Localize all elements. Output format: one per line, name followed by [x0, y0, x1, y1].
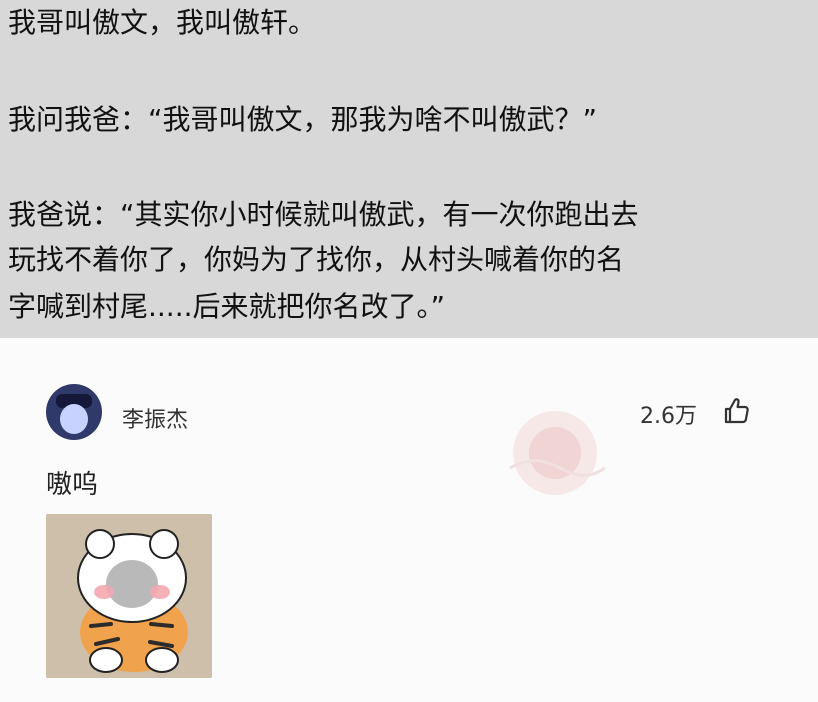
- avatar-face: [60, 404, 88, 434]
- post-line-3: 我爸说：“其实你小时候就叫傲武，有一次你跑出去: [8, 198, 639, 231]
- thumbs-up-icon[interactable]: [720, 396, 750, 426]
- comment-username[interactable]: 李振杰: [122, 402, 188, 434]
- user-avatar[interactable]: [46, 384, 102, 440]
- tiger-sticker-art: [46, 514, 212, 678]
- tiger-meme-sticker[interactable]: [46, 514, 212, 678]
- post-line-1: 我哥叫傲文，我叫傲轩。: [8, 6, 317, 39]
- post-line-2: 我问我爸：“我哥叫傲文，那我为啥不叫傲武？”: [8, 103, 598, 136]
- post-content: 我哥叫傲文，我叫傲轩。 我问我爸：“我哥叫傲文，那我为啥不叫傲武？” 我爸说：“…: [0, 0, 818, 338]
- post-line-4: 玩找不着你了，你妈为了找你，从村头喊着你的名: [8, 243, 625, 276]
- comment-text: 嗷呜: [46, 470, 99, 500]
- like-count: 2.6万: [640, 404, 697, 429]
- comment-card: 李振杰 2.6万 嗷呜: [0, 338, 818, 702]
- post-line-5: 字喊到村尾.....后来就把你名改了。”: [8, 290, 446, 323]
- watermark-stamp-icon: [509, 411, 606, 495]
